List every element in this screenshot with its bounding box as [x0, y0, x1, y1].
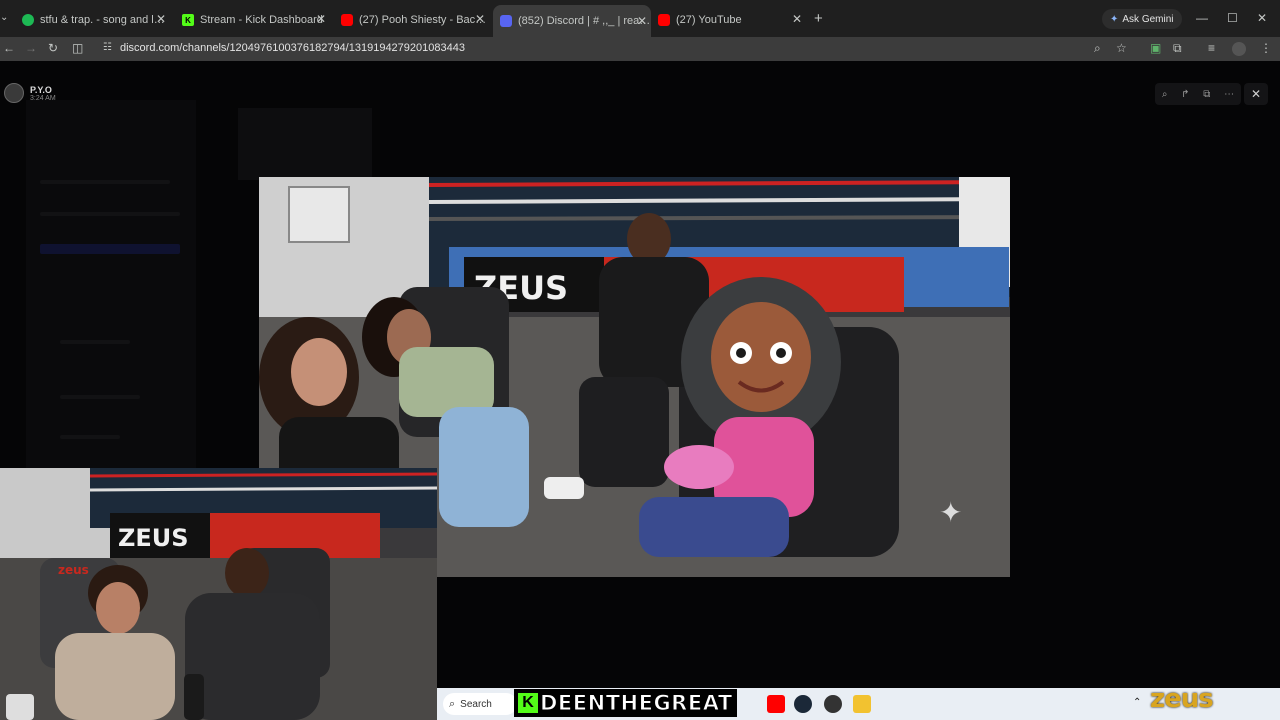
youtube-app-icon[interactable]: [767, 695, 785, 713]
forward-share-icon[interactable]: ↱: [1181, 89, 1189, 100]
webcam-overlay: ZEUS zeus: [0, 468, 437, 720]
spotify-icon: [22, 14, 34, 26]
file-explorer-icon[interactable]: [853, 695, 871, 713]
tab-spotify[interactable]: stfu & trap. - song and lyrics by ✕: [22, 8, 170, 32]
avatar: [4, 83, 24, 103]
extensions-puzzle-icon[interactable]: ⧉: [1173, 41, 1182, 56]
url-field[interactable]: discord.com/channels/1204976100376182794…: [120, 42, 465, 54]
webcam-scene: ZEUS zeus: [0, 468, 437, 720]
zeus-sponsor-logo: zeus: [1150, 684, 1214, 714]
ask-gemini-button[interactable]: ✦ Ask Gemini: [1102, 9, 1182, 29]
channel-sidebar-dimmed: [26, 100, 196, 470]
tray-chevron-icon[interactable]: ⌃: [1133, 697, 1141, 708]
kick-streamer-tag: K DEENTHEGREAT: [514, 689, 737, 717]
site-info-icon[interactable]: ☷: [103, 42, 112, 53]
reload-icon[interactable]: ↻: [48, 41, 58, 55]
tab-discord[interactable]: (852) Discord | # ,,_ | reactions ✕: [493, 5, 651, 37]
attachment-author[interactable]: P.Y.O 3:24 AM: [4, 83, 56, 103]
tab-title: Stream - Kick Dashboard: [200, 14, 323, 26]
tab-kick-dashboard[interactable]: K Stream - Kick Dashboard ✕: [182, 8, 330, 32]
ghost-text: [40, 212, 180, 216]
address-toolbar: ← → ↻ ◫ ☷ discord.com/channels/120497610…: [0, 37, 1280, 61]
zoom-icon[interactable]: ⌕: [1094, 41, 1101, 56]
gemini-label: Ask Gemini: [1122, 13, 1174, 25]
tab-youtube-video[interactable]: (27) Pooh Shiesty - Back In Bloo ✕: [341, 8, 489, 32]
close-tab-icon[interactable]: ✕: [314, 12, 328, 26]
back-icon[interactable]: ←: [3, 41, 15, 55]
kick-logo-icon: K: [518, 693, 538, 713]
ghost-text: [60, 435, 120, 439]
menu-kebab-icon[interactable]: ⋮: [1260, 41, 1272, 55]
streamer-name: DEENTHEGREAT: [540, 691, 733, 716]
taskbar-search[interactable]: ⌕ Search: [443, 693, 517, 715]
tab-search-chevron-icon[interactable]: ⌄: [0, 12, 8, 23]
minimize-icon[interactable]: —: [1196, 11, 1208, 25]
ghost-text: [40, 180, 170, 184]
more-options-icon[interactable]: ⋯: [1224, 89, 1234, 100]
close-tab-icon[interactable]: ✕: [635, 14, 649, 28]
svg-text:✦: ✦: [939, 496, 962, 529]
lightbox-close-button[interactable]: ✕: [1244, 83, 1268, 105]
youtube-icon: [658, 14, 670, 26]
ghost-button: [40, 244, 180, 254]
svg-text:ZEUS: ZEUS: [118, 524, 189, 552]
author-timestamp: 3:24 AM: [30, 94, 56, 102]
open-external-icon[interactable]: ⧉: [1203, 89, 1210, 100]
forward-icon[interactable]: →: [25, 41, 37, 55]
close-tab-icon[interactable]: ✕: [154, 12, 168, 26]
extension-badge-icon[interactable]: ▣: [1150, 41, 1161, 55]
discord-icon: [500, 15, 512, 27]
split-view-icon[interactable]: ◫: [72, 41, 83, 55]
reading-list-icon[interactable]: ≡: [1208, 41, 1215, 55]
tab-youtube-home[interactable]: (27) YouTube ✕: [658, 8, 806, 32]
new-tab-button[interactable]: +: [814, 10, 823, 27]
tab-title: stfu & trap. - song and lyrics by: [40, 14, 170, 26]
obs-icon[interactable]: [824, 695, 842, 713]
tab-title: (27) Pooh Shiesty - Back In Bloo: [359, 14, 489, 26]
zoom-icon[interactable]: ⌕: [1162, 89, 1168, 100]
tab-title: (852) Discord | # ,,_ | reactions: [518, 15, 651, 27]
close-tab-icon[interactable]: ✕: [790, 12, 804, 26]
ghost-text: [60, 340, 130, 344]
ghost-text: [60, 395, 140, 399]
close-tab-icon[interactable]: ✕: [473, 12, 487, 26]
maximize-icon[interactable]: ☐: [1227, 11, 1238, 25]
message-embed-dimmed: [238, 108, 372, 180]
youtube-icon: [341, 14, 353, 26]
svg-text:zeus: zeus: [58, 563, 89, 577]
gemini-sparkle-icon: ✦: [1110, 13, 1119, 25]
kick-icon: K: [182, 14, 194, 26]
search-icon: ⌕: [449, 697, 456, 710]
profile-avatar-icon[interactable]: [1232, 42, 1246, 56]
tab-title: (27) YouTube: [676, 14, 742, 26]
search-label: Search: [460, 698, 492, 710]
lightbox-toolbar: ⌕ ↱ ⧉ ⋯: [1155, 83, 1241, 105]
steam-icon[interactable]: [794, 695, 812, 713]
author-name: P.Y.O: [30, 84, 52, 95]
tab-strip: ⌄ stfu & trap. - song and lyrics by ✕ K …: [0, 0, 1280, 37]
bookmark-star-icon[interactable]: ☆: [1116, 41, 1127, 55]
window-close-icon[interactable]: ✕: [1257, 11, 1267, 25]
